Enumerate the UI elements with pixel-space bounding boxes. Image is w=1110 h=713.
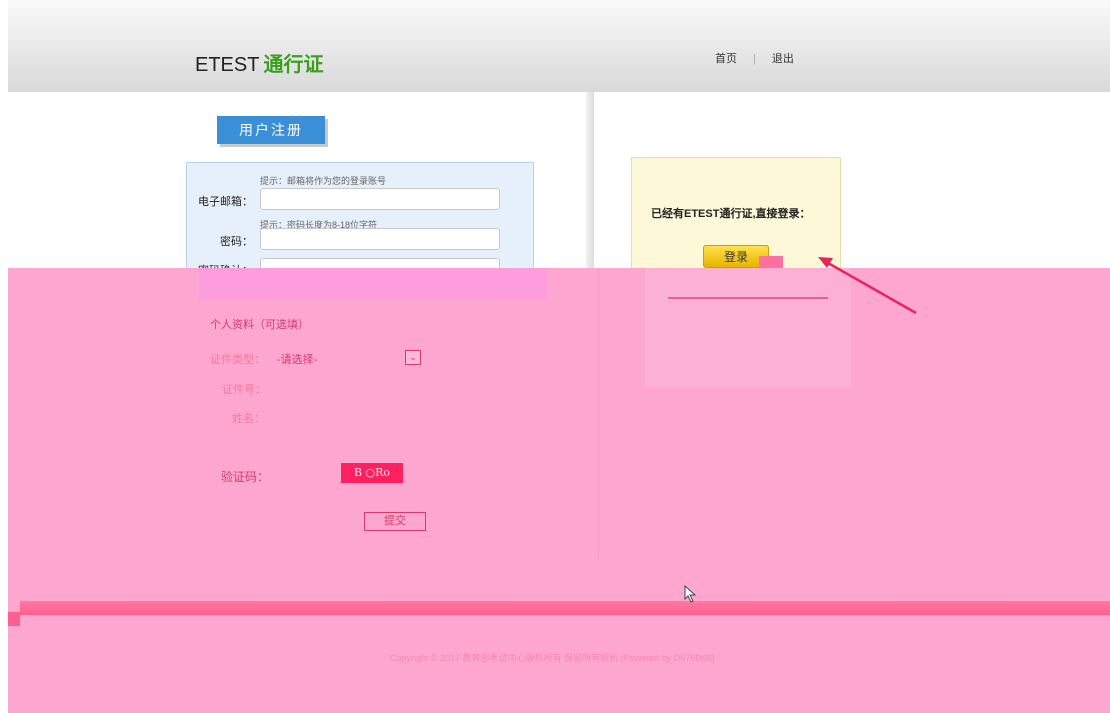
annotation-arrow-icon xyxy=(818,257,917,315)
mouse-cursor-icon xyxy=(684,585,697,603)
